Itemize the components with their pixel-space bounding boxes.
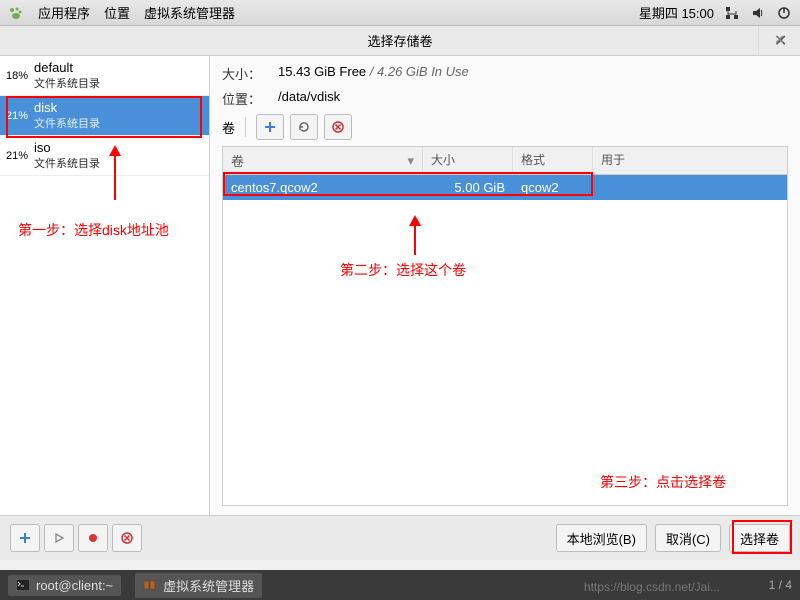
cancel-button[interactable]: 取消(C) (655, 524, 721, 552)
pool-type: 文件系统目录 (34, 75, 203, 91)
tab-close-icon[interactable]: ✕ (758, 26, 800, 56)
menu-places[interactable]: 位置 (104, 3, 130, 22)
choose-volume-button[interactable]: 选择卷 (729, 524, 790, 552)
cell-size: 5.00 GiB (423, 175, 513, 200)
pool-name: iso (34, 140, 203, 155)
cell-format: qcow2 (513, 175, 593, 200)
power-icon[interactable] (776, 5, 792, 21)
col-volume[interactable]: 卷▾ (223, 147, 423, 174)
size-value: 15.43 GiB Free / 4.26 GiB In Use (278, 64, 469, 83)
gnome-foot-icon (8, 5, 24, 21)
dialog-body: 18% default 文件系统目录 21% disk 文件系统目录 21% i… (0, 56, 800, 516)
delete-pool-button[interactable] (112, 524, 142, 552)
col-format[interactable]: 格式 (513, 147, 593, 174)
task-label: 虚拟系统管理器 (163, 576, 254, 595)
location-value: /data/vdisk (278, 89, 340, 108)
volume-table: 卷▾ 大小 格式 用于 centos7.qcow2 5.00 GiB qcow2 (222, 146, 788, 506)
dialog-title: 选择存储卷 (367, 31, 432, 50)
task-label: root@client:~ (36, 578, 113, 593)
pool-percent: 18% (6, 70, 34, 82)
table-header: 卷▾ 大小 格式 用于 (223, 147, 787, 175)
menu-applications[interactable]: 应用程序 (38, 3, 90, 22)
volume-label: 卷 (222, 118, 235, 137)
desktop-topbar: 应用程序 位置 虚拟系统管理器 星期四 15:00 (0, 0, 800, 26)
pool-type: 文件系统目录 (34, 115, 203, 131)
start-pool-button[interactable] (44, 524, 74, 552)
table-row[interactable]: centos7.qcow2 5.00 GiB qcow2 (223, 175, 787, 200)
task-terminal[interactable]: root@client:~ (8, 575, 121, 596)
dialog-actionbar: 本地浏览(B) 取消(C) 选择卷 (0, 516, 800, 560)
cell-name: centos7.qcow2 (223, 175, 423, 200)
stop-pool-button[interactable] (78, 524, 108, 552)
dialog-titlebar: 选择存储卷 ✕ (0, 26, 800, 56)
vmm-icon (143, 579, 157, 591)
pool-iso[interactable]: 21% iso 文件系统目录 (0, 136, 209, 176)
pool-percent: 21% (6, 150, 34, 162)
volume-toolbar: 卷 (222, 114, 788, 140)
pool-type: 文件系统目录 (34, 155, 203, 171)
location-label: 位置： (222, 89, 278, 108)
workspace-pager[interactable]: 1 / 4 (769, 578, 792, 592)
add-volume-button[interactable] (256, 114, 284, 140)
volume-panel: 大小： 15.43 GiB Free / 4.26 GiB In Use 位置：… (210, 56, 800, 515)
task-vmm[interactable]: 虚拟系统管理器 (135, 573, 262, 598)
size-label: 大小： (222, 64, 278, 83)
cell-used (593, 175, 787, 200)
sort-icon: ▾ (407, 153, 414, 169)
volume-icon[interactable] (750, 5, 766, 21)
refresh-button[interactable] (290, 114, 318, 140)
menu-vmm[interactable]: 虚拟系统管理器 (144, 3, 235, 22)
pool-sidebar: 18% default 文件系统目录 21% disk 文件系统目录 21% i… (0, 56, 210, 515)
add-pool-button[interactable] (10, 524, 40, 552)
col-size[interactable]: 大小 (423, 147, 513, 174)
watermark: https://blog.csdn.net/Jai... (584, 580, 720, 594)
pool-disk[interactable]: 21% disk 文件系统目录 (0, 96, 209, 136)
network-icon[interactable] (724, 5, 740, 21)
pool-percent: 21% (6, 110, 34, 122)
pool-default[interactable]: 18% default 文件系统目录 (0, 56, 209, 96)
col-used[interactable]: 用于 (593, 147, 787, 174)
terminal-icon (16, 579, 30, 591)
pool-name: disk (34, 100, 203, 115)
delete-volume-button[interactable] (324, 114, 352, 140)
pool-name: default (34, 60, 203, 75)
clock[interactable]: 星期四 15:00 (639, 3, 714, 22)
browse-local-button[interactable]: 本地浏览(B) (556, 524, 647, 552)
